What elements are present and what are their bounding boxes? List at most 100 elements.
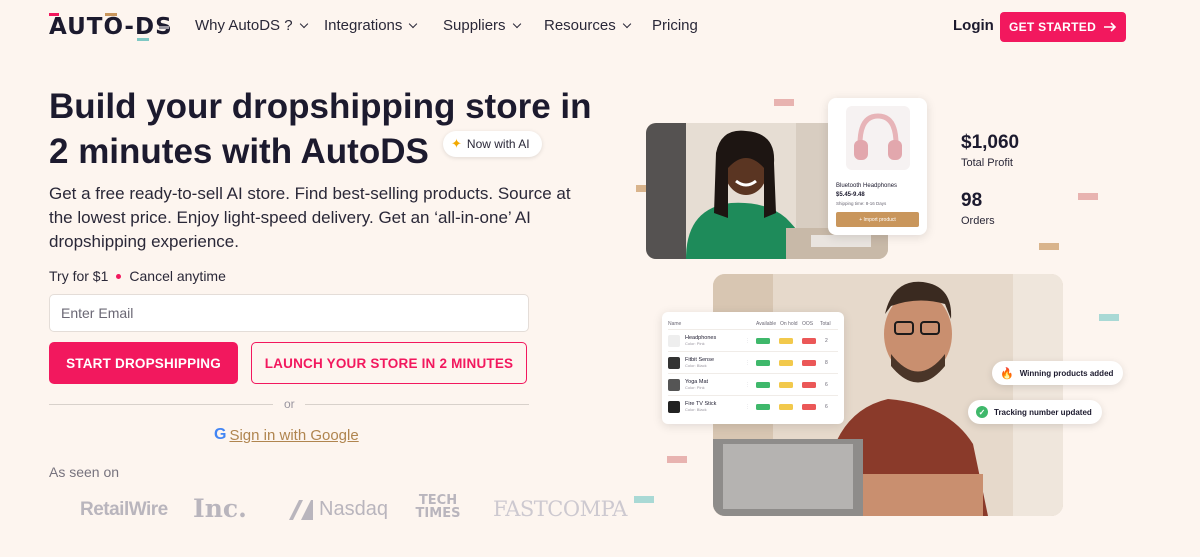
col-on-hold: On hold [780, 321, 798, 327]
press-logo-techtimes: TECH TIMES [415, 493, 461, 521]
available-pill [756, 403, 770, 410]
google-signin-link[interactable]: G Sign in with Google [214, 426, 359, 444]
col-oos: OOS [802, 321, 814, 327]
total-profit-value: $1,060 [961, 132, 1020, 153]
nav-pricing-label: Pricing [652, 17, 698, 34]
nav-integrations[interactable]: Integrations [324, 17, 418, 34]
product-shipping: Shipping time: 8-16 Days [836, 201, 887, 206]
nav-resources[interactable]: Resources [544, 17, 631, 34]
available-pill [756, 381, 770, 388]
headline-line-2: 2 minutes with AutoDS [49, 132, 429, 171]
oos-pill [802, 381, 816, 388]
nav-why-autods[interactable]: Why AutoDS ? [195, 17, 308, 34]
start-dropshipping-button[interactable]: START DROPSHIPPING [49, 342, 238, 384]
login-link[interactable]: Login [953, 17, 994, 34]
nasdaq-label: Nasdaq [319, 497, 388, 520]
email-input[interactable] [49, 294, 529, 332]
ai-badge: ✦ Now with AI [443, 131, 542, 157]
trial-info: Try for $1 Cancel anytime [49, 268, 226, 284]
nav-why-autods-label: Why AutoDS ? [195, 17, 293, 34]
separator-dot [116, 273, 122, 279]
winning-products-toast: 🔥 Winning products added [992, 361, 1124, 385]
row-total: 2 [825, 337, 828, 344]
google-icon: G [214, 426, 227, 443]
oos-pill [802, 337, 816, 344]
chevron-down-icon [409, 19, 418, 28]
table-header: Name Available On hold OOS Total [668, 319, 838, 329]
deco-bar [1039, 243, 1059, 250]
headphones-thumb [668, 334, 680, 347]
on-hold-pill [779, 403, 793, 410]
winning-products-label: Winning products added [1019, 368, 1114, 378]
product-card[interactable]: Bluetooth Headphones $5.45-9.48 Shipping… [828, 98, 927, 235]
trial-price: Try for $1 [49, 268, 109, 284]
nav-resources-label: Resources [544, 17, 616, 34]
logo-text: AUTO-DS [49, 14, 173, 40]
get-started-button[interactable]: GET STARTED [1000, 12, 1126, 42]
product-price: $5.45-9.48 [836, 192, 865, 198]
total-profit-label: Total Profit [961, 157, 1013, 169]
press-logo-fastcompany: FASTCOMPA [493, 497, 627, 521]
as-seen-on-label: As seen on [49, 464, 120, 480]
autods-logo[interactable]: AUTO-DS [49, 12, 173, 42]
product-name: Bluetooth Headphones [836, 183, 898, 189]
sparkle-icon: ✦ [451, 136, 462, 151]
col-available: Available [756, 321, 777, 327]
arrow-right-icon [1104, 22, 1117, 32]
deco-bar [1099, 314, 1119, 321]
hero-subtext: Get a free ready-to-sell AI store. Find … [49, 184, 571, 251]
divider-left [49, 404, 273, 405]
press-logo-nasdaq: Nasdaq [287, 496, 388, 522]
row-menu-icon[interactable]: ⋮ [745, 360, 756, 366]
get-started-label: GET STARTED [1008, 20, 1097, 34]
inventory-table: Name Available On hold OOS Total Headpho… [662, 312, 844, 424]
tracking-updated-toast: ✓ Tracking number updated [968, 400, 1102, 424]
import-product-button[interactable]: + Import product [836, 212, 919, 227]
headphones-image [845, 106, 910, 170]
deco-bar [774, 99, 794, 106]
chevron-down-icon [299, 19, 308, 28]
press-logo-retailwire: RetailWire [80, 499, 168, 520]
row-menu-icon[interactable]: ⋮ [745, 404, 756, 410]
orders-value: 98 [961, 190, 983, 211]
orders-label: Orders [961, 215, 995, 227]
trial-cancel: Cancel anytime [129, 268, 226, 284]
divider-right [305, 404, 529, 405]
row-name: Yoga Mat Color: Pink [685, 379, 709, 390]
row-menu-icon[interactable]: ⋮ [745, 382, 756, 388]
on-hold-pill [779, 381, 793, 388]
or-text: or [284, 397, 295, 411]
table-row[interactable]: Yoga Mat Color: Pink ⋮ 6 [668, 373, 838, 395]
chevron-down-icon [512, 19, 521, 28]
row-name: Fitbit Sense Color: Black [685, 357, 715, 368]
row-total: 6 [825, 403, 828, 410]
nasdaq-icon [289, 500, 313, 520]
hero-headline: Build your dropshipping store in 2 minut… [49, 84, 609, 174]
col-total: Total [820, 321, 831, 327]
deco-bar [667, 456, 687, 463]
nav-suppliers-label: Suppliers [443, 17, 506, 34]
nav-pricing[interactable]: Pricing [652, 17, 698, 34]
deco-bar [1078, 193, 1098, 200]
headline-line-1: Build your dropshipping store in [49, 87, 592, 126]
nav-integrations-label: Integrations [324, 17, 403, 34]
launch-store-button[interactable]: LAUNCH YOUR STORE IN 2 MINUTES [251, 342, 527, 384]
check-icon: ✓ [976, 406, 988, 418]
row-total: 6 [825, 381, 828, 388]
oos-pill [802, 403, 816, 410]
available-pill [756, 337, 770, 344]
row-name: Fire TV Stick Color: Black [685, 401, 717, 412]
press-logo-inc: Inc. [193, 494, 247, 523]
oos-pill [802, 359, 816, 366]
table-row[interactable]: Headphones Color: Pink ⋮ 2 [668, 329, 838, 351]
google-signin-label: Sign in with Google [229, 426, 359, 444]
row-name: Headphones Color: Pink [685, 335, 717, 346]
table-row[interactable]: Fire TV Stick Color: Black ⋮ 6 [668, 395, 838, 417]
yoga-mat-thumb [668, 378, 680, 391]
col-name: Name [668, 321, 682, 327]
row-menu-icon[interactable]: ⋮ [745, 338, 756, 344]
nav-suppliers[interactable]: Suppliers [443, 17, 521, 34]
on-hold-pill [779, 359, 793, 366]
available-pill [756, 359, 770, 366]
table-row[interactable]: Fitbit Sense Color: Black ⋮ 8 [668, 351, 838, 373]
